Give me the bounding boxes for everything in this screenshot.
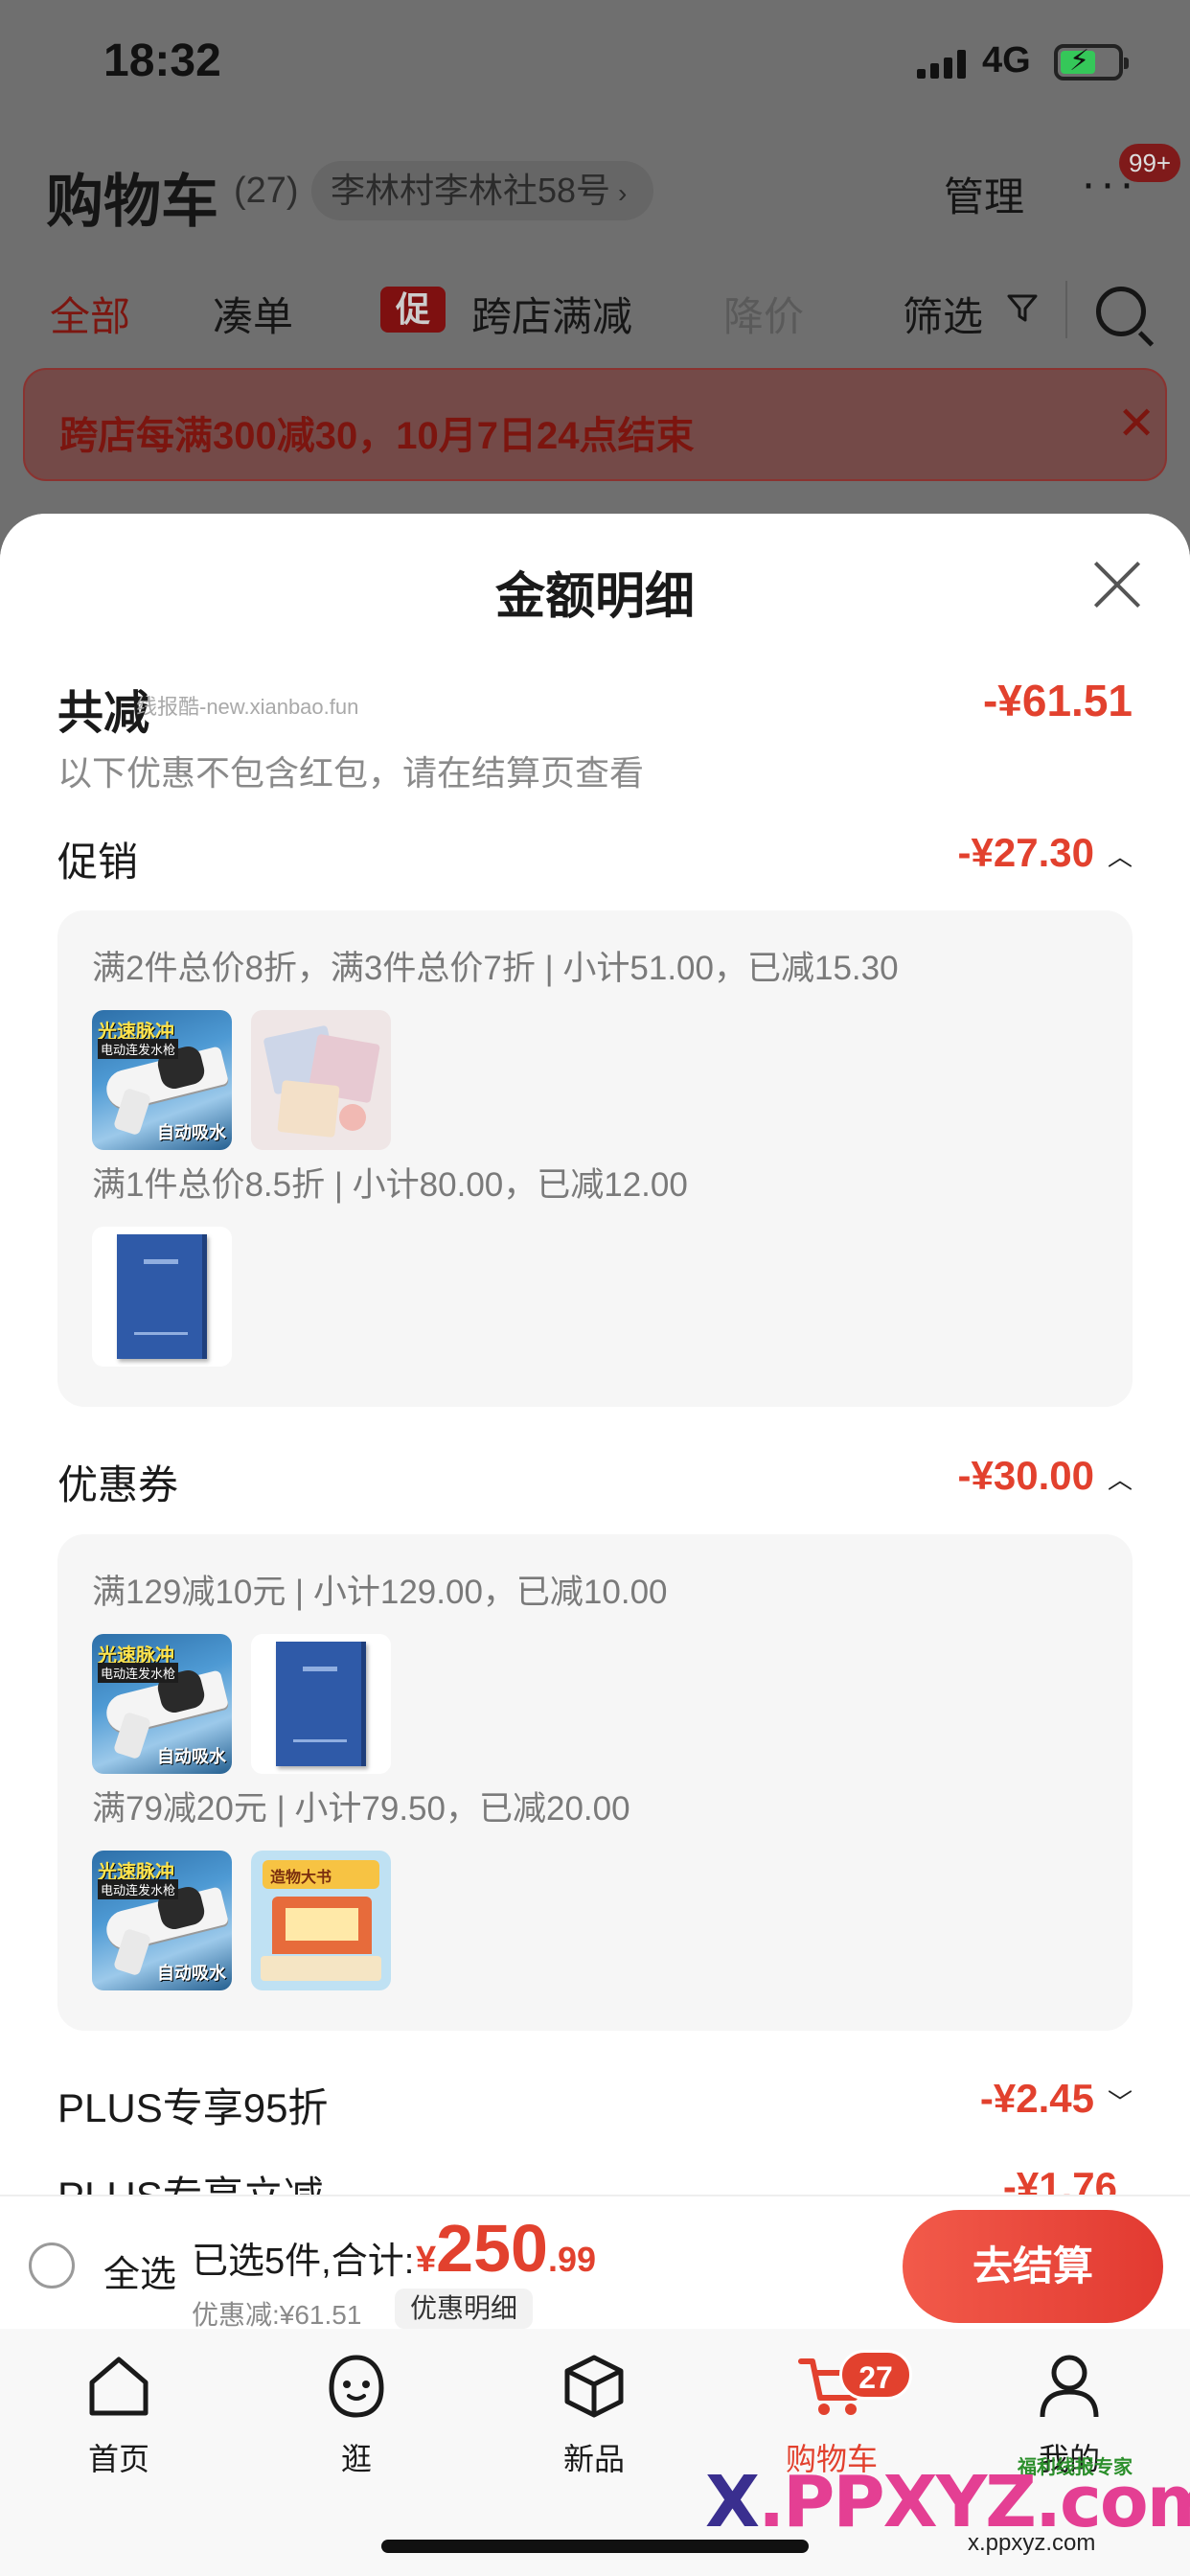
thumb-tag: 自动吸水 <box>157 1747 226 1766</box>
checkout-button[interactable]: 去结算 <box>903 2210 1163 2323</box>
battery-icon: ⚡ <box>1054 44 1129 80</box>
coupons-amount: -¥30.00 <box>957 1453 1094 1498</box>
face-icon <box>329 2355 384 2418</box>
manage-button[interactable]: 管理 <box>944 165 1024 223</box>
watermark-text: 线报酷-new.xianbao.fun <box>136 695 359 719</box>
product-thumbnail-notebook[interactable] <box>251 1634 391 1774</box>
close-icon[interactable]: ✕ <box>1117 397 1156 450</box>
watermark-site: x.ppxyz.com <box>968 2530 1096 2556</box>
discount-detail-button[interactable]: 优惠明细 <box>395 2288 534 2329</box>
page-title: 购物车 <box>46 170 218 234</box>
tab-browse[interactable]: 逛 <box>280 2350 433 2484</box>
total-discount-amount: -¥61.51 <box>982 676 1133 725</box>
tab-label: 首页 <box>87 2442 149 2476</box>
chevron-up-icon: ︿ <box>1107 842 1133 872</box>
coupon-rule-text: 满79减20元 | 小计79.50，已减20.00 <box>92 1790 630 1828</box>
product-thumbnail-kids-book[interactable]: 造物大书 <box>251 1851 391 1990</box>
plus-instant-label: PLUS专享立减 <box>57 2164 324 2195</box>
price-decimal: .99 <box>547 2240 596 2279</box>
watermark-logo-x: X <box>705 2461 760 2543</box>
thumb-tag: 自动吸水 <box>157 1964 226 1983</box>
select-all-label[interactable]: 全选 <box>103 2244 176 2297</box>
tab-cross-store[interactable]: 跨店满减 <box>471 285 632 343</box>
promotions-group: 满2件总价8折，满3件总价7折 | 小计51.00，已减15.30 光速脉冲 电… <box>57 910 1133 1407</box>
promo-rule-text: 满1件总价8.5折 | 小计80.00，已减12.00 <box>92 1166 688 1204</box>
tab-label: 新品 <box>562 2442 625 2476</box>
sheet-header: 金额明细 <box>0 514 1190 657</box>
selected-summary: 已选5件,合计: <box>192 2242 415 2282</box>
select-all-checkbox[interactable] <box>29 2242 75 2288</box>
promotions-amount: -¥27.30 <box>957 830 1094 875</box>
promotions-label: 促销 <box>57 840 139 885</box>
close-icon[interactable] <box>1090 558 1144 611</box>
thumb-subtitle: 电动连发水枪 <box>98 1039 179 1059</box>
filter-button[interactable]: 筛选 <box>903 285 983 343</box>
total-price: ¥250.99 <box>416 2210 596 2287</box>
divider <box>1065 281 1067 338</box>
promo-banner-text: 跨店每满300减30，10月7日24点结束 <box>59 415 695 457</box>
signal-icon <box>917 50 967 79</box>
coupons-group: 满129减10元 | 小计129.00，已减10.00 光速脉冲 电动连发水枪 … <box>57 1534 1133 2031</box>
tab-combine[interactable]: 凑单 <box>213 285 293 343</box>
promo-tag: 促 <box>380 287 446 333</box>
coupons-toggle[interactable]: -¥30.00 ︿ <box>958 1453 1133 1499</box>
chevron-up-icon: ︿ <box>1107 1465 1133 1495</box>
product-thumbnail-water-gun[interactable]: 光速脉冲 电动连发水枪 自动吸水 <box>92 1851 232 1990</box>
cart-badge: 27 <box>839 2350 912 2400</box>
status-time: 18:32 <box>103 35 221 86</box>
status-bar: 18:32 4G ⚡ <box>0 0 1190 125</box>
plus-discount-toggle[interactable]: -¥2.45 ﹀ <box>980 2076 1133 2122</box>
chevron-down-icon: ﹀ <box>1107 2088 1133 2118</box>
search-icon[interactable] <box>1096 287 1146 336</box>
home-indicator[interactable] <box>381 2540 809 2553</box>
cart-filter-tabs: 全部 凑单 促 跨店满减 降价 筛选 <box>0 273 1190 350</box>
message-badge: 99+ <box>1119 144 1181 182</box>
chevron-right-icon: › <box>618 178 628 208</box>
checkout-bar: 全选 已选5件,合计: ¥250.99 优惠减:¥61.51 优惠明细 去结算 <box>0 2195 1190 2330</box>
price-integer: 250 <box>436 2211 548 2286</box>
network-type: 4G <box>982 40 1031 80</box>
discount-note: 以下优惠不包含红包，请在结算页查看 <box>57 753 645 793</box>
sheet-title: 金额明细 <box>494 569 695 625</box>
plus-discount-amount: -¥2.45 <box>979 2076 1094 2121</box>
thumb-tag: 自动吸水 <box>157 1123 226 1142</box>
product-thumbnail-water-gun[interactable]: 光速脉冲 电动连发水枪 自动吸水 <box>92 1634 232 1774</box>
amount-detail-sheet: 金额明细 共减 线报酷-new.xianbao.fun -¥61.51 以下优惠… <box>0 514 1190 2195</box>
cart-count: (27) <box>234 171 299 211</box>
price-currency: ¥ <box>416 2240 437 2280</box>
tab-all[interactable]: 全部 <box>50 285 130 343</box>
plus-discount-label: PLUS专享95折 <box>57 2085 329 2130</box>
tab-home[interactable]: 首页 <box>42 2350 195 2484</box>
filter-icon[interactable] <box>1006 292 1039 325</box>
box-icon <box>564 2355 624 2418</box>
promotions-toggle[interactable]: -¥27.30 ︿ <box>958 830 1133 876</box>
coupon-rule-text: 满129减10元 | 小计129.00，已减10.00 <box>92 1574 668 1611</box>
home-icon <box>89 2357 149 2416</box>
promo-banner: 跨店每满300减30，10月7日24点结束 ✕ <box>23 368 1167 481</box>
tab-label: 逛 <box>340 2442 372 2476</box>
thumb-title: 造物大书 <box>270 1870 332 1886</box>
address-selector[interactable]: 李林村李林社58号 › <box>311 161 654 220</box>
thumb-subtitle: 电动连发水枪 <box>98 1663 179 1683</box>
tab-price-drop[interactable]: 降价 <box>723 285 804 343</box>
address-text: 李林村李林社58号 <box>331 171 611 210</box>
product-thumbnail-notebook[interactable] <box>92 1227 232 1367</box>
cart-header: 购物车 (27) 李林村李林社58号 › 管理 ··· 99+ <box>0 144 1190 240</box>
discount-summary: 优惠减:¥61.51 <box>192 2300 362 2330</box>
thumb-subtitle: 电动连发水枪 <box>98 1879 179 1899</box>
user-icon <box>1040 2355 1099 2418</box>
promo-rule-text: 满2件总价8折，满3件总价7折 | 小计51.00，已减15.30 <box>92 950 899 987</box>
product-thumbnail-water-gun[interactable]: 光速脉冲 电动连发水枪 自动吸水 <box>92 1010 232 1150</box>
watermark-logo: X.PPXYZ.com <box>705 2461 1190 2543</box>
sheet-body[interactable]: 共减 线报酷-new.xianbao.fun -¥61.51 以下优惠不包含红包… <box>23 657 1167 2195</box>
coupons-label: 优惠券 <box>57 1462 179 1507</box>
tab-new[interactable]: 新品 <box>517 2350 671 2484</box>
product-thumbnail-cards[interactable] <box>251 1010 391 1150</box>
plus-instant-amount: -¥1.76 <box>1002 2164 1117 2195</box>
